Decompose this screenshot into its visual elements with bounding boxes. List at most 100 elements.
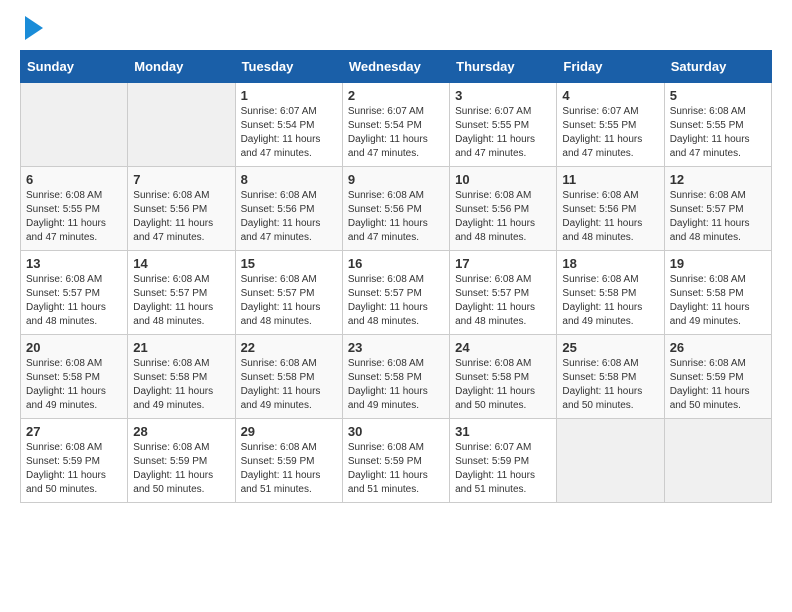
day-info: Sunrise: 6:08 AM Sunset: 5:57 PM Dayligh… [241,273,337,329]
calendar-cell: 13 Sunrise: 6:08 AM Sunset: 5:57 PM Dayli… [21,251,128,335]
day-info: Sunrise: 6:08 AM Sunset: 5:56 PM Dayligh… [455,189,551,245]
day-info: Sunrise: 6:08 AM Sunset: 5:55 PM Dayligh… [26,189,122,245]
day-number: 8 [241,172,337,187]
calendar-cell: 30 Sunrise: 6:08 AM Sunset: 5:59 PM Dayli… [342,419,449,503]
logo [20,20,43,40]
logo-arrow-icon [25,16,43,40]
calendar-cell: 11 Sunrise: 6:08 AM Sunset: 5:56 PM Dayli… [557,167,664,251]
day-number: 24 [455,340,551,355]
day-info: Sunrise: 6:08 AM Sunset: 5:59 PM Dayligh… [133,441,229,497]
day-number: 31 [455,424,551,439]
calendar-cell: 14 Sunrise: 6:08 AM Sunset: 5:57 PM Dayli… [128,251,235,335]
calendar-cell: 1 Sunrise: 6:07 AM Sunset: 5:54 PM Daylig… [235,83,342,167]
calendar-week-row: 6 Sunrise: 6:08 AM Sunset: 5:55 PM Daylig… [21,167,772,251]
day-info: Sunrise: 6:08 AM Sunset: 5:57 PM Dayligh… [348,273,444,329]
day-info: Sunrise: 6:08 AM Sunset: 5:56 PM Dayligh… [562,189,658,245]
calendar-cell [664,419,771,503]
day-number: 12 [670,172,766,187]
calendar-header-tuesday: Tuesday [235,51,342,83]
day-info: Sunrise: 6:08 AM Sunset: 5:58 PM Dayligh… [562,357,658,413]
day-info: Sunrise: 6:08 AM Sunset: 5:58 PM Dayligh… [133,357,229,413]
calendar-cell: 21 Sunrise: 6:08 AM Sunset: 5:58 PM Dayli… [128,335,235,419]
calendar-header-monday: Monday [128,51,235,83]
day-number: 19 [670,256,766,271]
calendar-header-row: SundayMondayTuesdayWednesdayThursdayFrid… [21,51,772,83]
day-info: Sunrise: 6:07 AM Sunset: 5:55 PM Dayligh… [455,105,551,161]
day-info: Sunrise: 6:08 AM Sunset: 5:59 PM Dayligh… [670,357,766,413]
day-number: 28 [133,424,229,439]
calendar-header-thursday: Thursday [450,51,557,83]
day-number: 18 [562,256,658,271]
day-info: Sunrise: 6:07 AM Sunset: 5:55 PM Dayligh… [562,105,658,161]
day-number: 25 [562,340,658,355]
day-number: 17 [455,256,551,271]
calendar-cell: 4Sunrise: 6:07 AM Sunset: 5:55 PM Daylig… [557,83,664,167]
calendar-week-row: 20Sunrise: 6:08 AM Sunset: 5:58 PM Dayli… [21,335,772,419]
day-info: Sunrise: 6:08 AM Sunset: 5:58 PM Dayligh… [670,273,766,329]
day-number: 16 [348,256,444,271]
calendar-cell: 7 Sunrise: 6:08 AM Sunset: 5:56 PM Daylig… [128,167,235,251]
day-number: 13 [26,256,122,271]
day-info: Sunrise: 6:07 AM Sunset: 5:54 PM Dayligh… [348,105,444,161]
day-info: Sunrise: 6:08 AM Sunset: 5:56 PM Dayligh… [133,189,229,245]
day-number: 2 [348,88,444,103]
day-info: Sunrise: 6:08 AM Sunset: 5:58 PM Dayligh… [455,357,551,413]
calendar-cell: 19 Sunrise: 6:08 AM Sunset: 5:58 PM Dayli… [664,251,771,335]
calendar-cell: 31 Sunrise: 6:07 AM Sunset: 5:59 PM Dayli… [450,419,557,503]
day-info: Sunrise: 6:08 AM Sunset: 5:59 PM Dayligh… [26,441,122,497]
calendar-cell: 10 Sunrise: 6:08 AM Sunset: 5:56 PM Dayli… [450,167,557,251]
day-number: 3 [455,88,551,103]
calendar-cell [557,419,664,503]
calendar-header-friday: Friday [557,51,664,83]
calendar-cell: 16 Sunrise: 6:08 AM Sunset: 5:57 PM Dayli… [342,251,449,335]
page-header [20,20,772,40]
day-info: Sunrise: 6:08 AM Sunset: 5:58 PM Dayligh… [562,273,658,329]
calendar-cell: 15Sunrise: 6:08 AM Sunset: 5:57 PM Dayli… [235,251,342,335]
calendar-cell: 29 Sunrise: 6:08 AM Sunset: 5:59 PM Dayli… [235,419,342,503]
day-info: Sunrise: 6:07 AM Sunset: 5:54 PM Dayligh… [241,105,337,161]
day-number: 5 [670,88,766,103]
day-info: Sunrise: 6:08 AM Sunset: 5:59 PM Dayligh… [348,441,444,497]
day-number: 7 [133,172,229,187]
calendar-cell: 26 Sunrise: 6:08 AM Sunset: 5:59 PM Dayli… [664,335,771,419]
day-info: Sunrise: 6:08 AM Sunset: 5:57 PM Dayligh… [26,273,122,329]
day-number: 11 [562,172,658,187]
day-info: Sunrise: 6:08 AM Sunset: 5:56 PM Dayligh… [348,189,444,245]
day-number: 21 [133,340,229,355]
day-number: 6 [26,172,122,187]
calendar-header-sunday: Sunday [21,51,128,83]
calendar-cell [21,83,128,167]
calendar-cell: 8 Sunrise: 6:08 AM Sunset: 5:56 PM Daylig… [235,167,342,251]
day-info: Sunrise: 6:08 AM Sunset: 5:58 PM Dayligh… [241,357,337,413]
day-info: Sunrise: 6:08 AM Sunset: 5:59 PM Dayligh… [241,441,337,497]
day-number: 27 [26,424,122,439]
calendar-cell: 17 Sunrise: 6:08 AM Sunset: 5:57 PM Dayli… [450,251,557,335]
calendar-cell: 25 Sunrise: 6:08 AM Sunset: 5:58 PM Dayli… [557,335,664,419]
day-number: 10 [455,172,551,187]
calendar-week-row: 13 Sunrise: 6:08 AM Sunset: 5:57 PM Dayli… [21,251,772,335]
day-info: Sunrise: 6:08 AM Sunset: 5:56 PM Dayligh… [241,189,337,245]
day-info: Sunrise: 6:08 AM Sunset: 5:55 PM Dayligh… [670,105,766,161]
calendar-cell: 12Sunrise: 6:08 AM Sunset: 5:57 PM Dayli… [664,167,771,251]
calendar-table: SundayMondayTuesdayWednesdayThursdayFrid… [20,50,772,503]
calendar-cell: 6 Sunrise: 6:08 AM Sunset: 5:55 PM Daylig… [21,167,128,251]
day-number: 1 [241,88,337,103]
day-info: Sunrise: 6:07 AM Sunset: 5:59 PM Dayligh… [455,441,551,497]
day-number: 22 [241,340,337,355]
calendar-cell: 5 Sunrise: 6:08 AM Sunset: 5:55 PM Daylig… [664,83,771,167]
calendar-cell: 28 Sunrise: 6:08 AM Sunset: 5:59 PM Dayli… [128,419,235,503]
day-number: 14 [133,256,229,271]
day-number: 29 [241,424,337,439]
day-number: 30 [348,424,444,439]
calendar-cell: 20Sunrise: 6:08 AM Sunset: 5:58 PM Dayli… [21,335,128,419]
calendar-cell: 9Sunrise: 6:08 AM Sunset: 5:56 PM Daylig… [342,167,449,251]
calendar-cell: 23Sunrise: 6:08 AM Sunset: 5:58 PM Dayli… [342,335,449,419]
calendar-cell: 24 Sunrise: 6:08 AM Sunset: 5:58 PM Dayli… [450,335,557,419]
day-info: Sunrise: 6:08 AM Sunset: 5:57 PM Dayligh… [133,273,229,329]
calendar-header-wednesday: Wednesday [342,51,449,83]
day-number: 26 [670,340,766,355]
day-info: Sunrise: 6:08 AM Sunset: 5:58 PM Dayligh… [348,357,444,413]
day-info: Sunrise: 6:08 AM Sunset: 5:57 PM Dayligh… [455,273,551,329]
calendar-cell: 27 Sunrise: 6:08 AM Sunset: 5:59 PM Dayli… [21,419,128,503]
calendar-cell: 18 Sunrise: 6:08 AM Sunset: 5:58 PM Dayli… [557,251,664,335]
